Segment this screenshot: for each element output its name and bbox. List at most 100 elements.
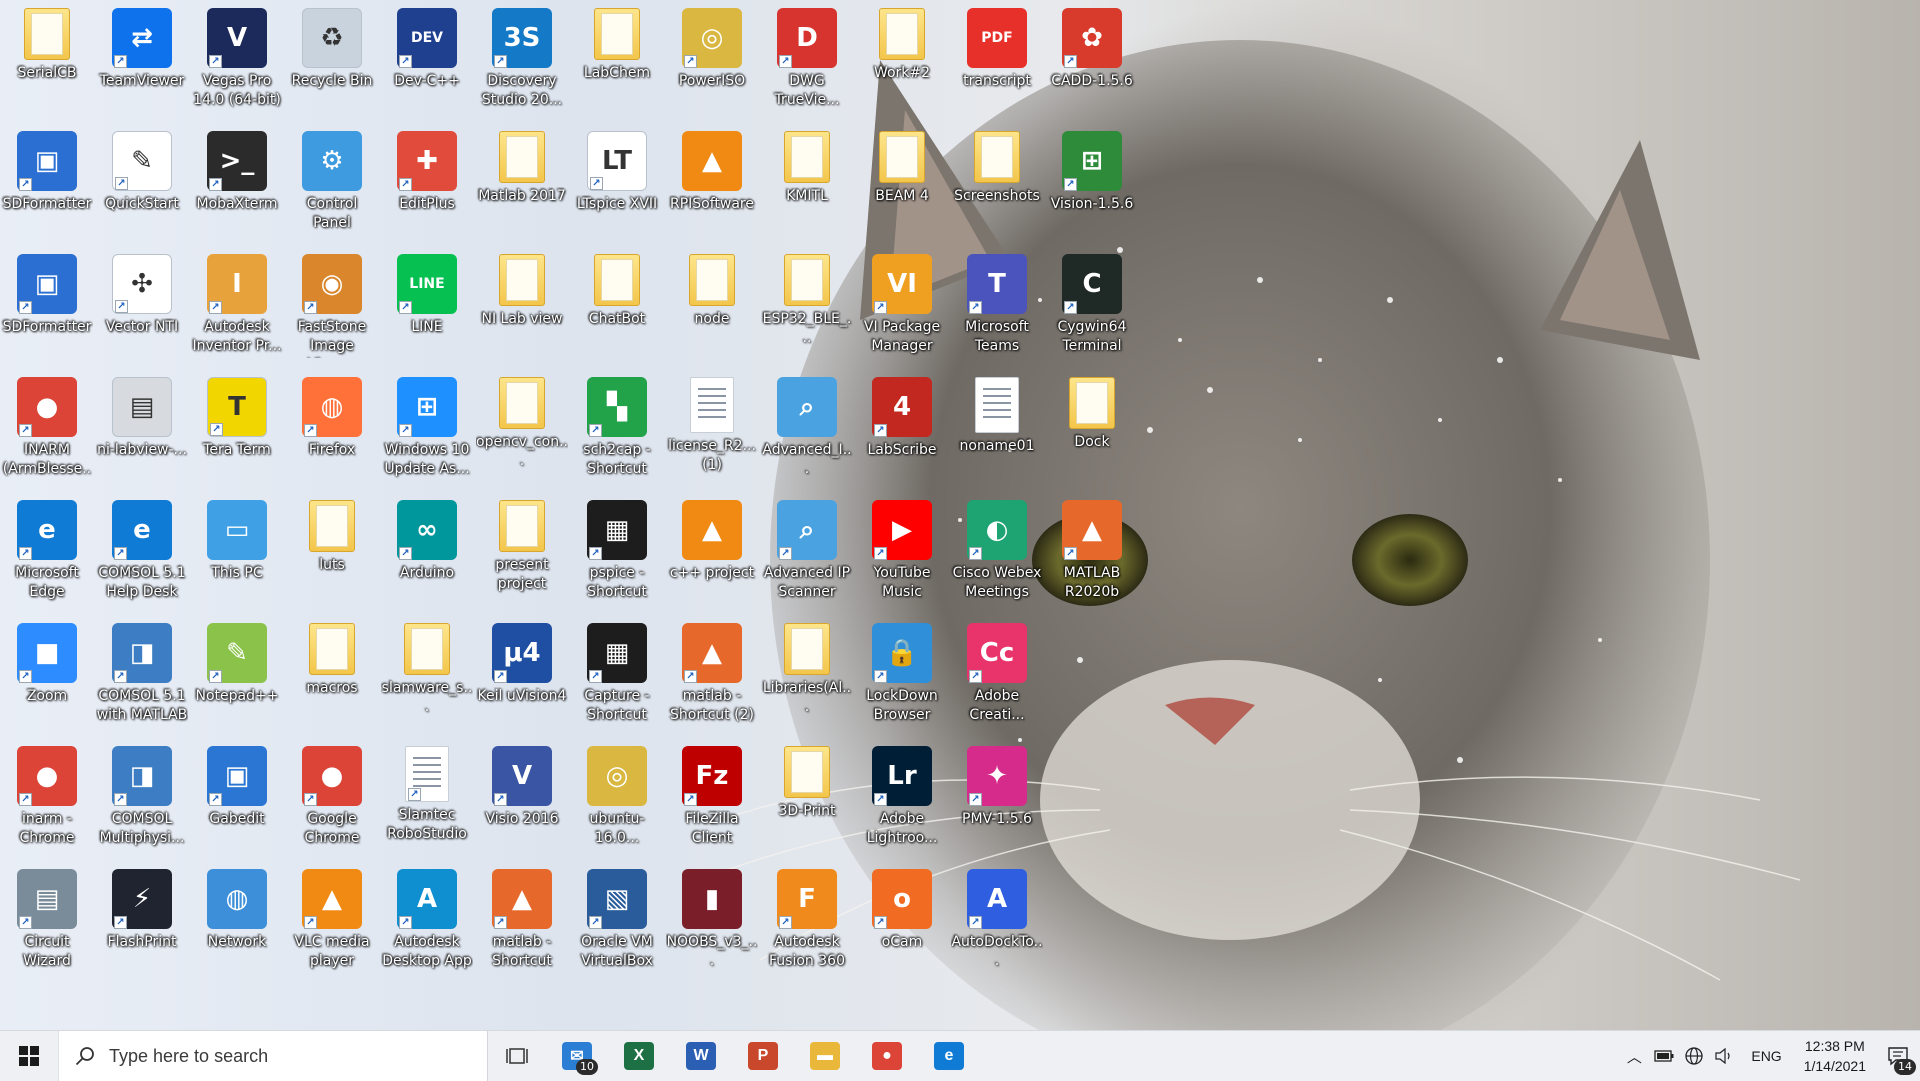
- desktop-icon[interactable]: luts: [286, 494, 378, 614]
- taskbar-app-mail[interactable]: ✉ 10: [546, 1031, 608, 1081]
- desktop-icon[interactable]: D ↗ DWG TrueVie...: [761, 2, 853, 122]
- desktop-icon[interactable]: macros: [286, 617, 378, 737]
- desktop-icon[interactable]: ⇄ ↗ TeamViewer: [96, 2, 188, 122]
- desktop-icon[interactable]: ▲ ↗ matlab - Shortcut (2): [666, 617, 758, 737]
- desktop-icon[interactable]: e ↗ COMSOL 5.1 Help Desk: [96, 494, 188, 614]
- taskbar-app-excel[interactable]: X: [608, 1031, 670, 1081]
- desktop-icon[interactable]: ✚ ↗ EditPlus: [381, 125, 473, 245]
- desktop-icon[interactable]: ⊞ ↗ Vision-1.5.6: [1046, 125, 1138, 245]
- desktop-icon[interactable]: present project: [476, 494, 568, 614]
- desktop-icon[interactable]: LabChem: [571, 2, 663, 122]
- desktop-icon[interactable]: T ↗ Microsoft Teams: [951, 248, 1043, 368]
- taskbar-app-powerpoint[interactable]: P: [732, 1031, 794, 1081]
- desktop-icon[interactable]: ◍ ↗ Firefox: [286, 371, 378, 491]
- volume-button[interactable]: [1709, 1031, 1739, 1081]
- desktop-icon[interactable]: ▦ ↗ pspice - Shortcut: [571, 494, 663, 614]
- desktop-icon[interactable]: Cc ↗ Adobe Creati...: [951, 617, 1043, 737]
- desktop-icon[interactable]: A ↗ AutoDockTo...: [951, 863, 1043, 983]
- taskbar-app-edge[interactable]: e: [918, 1031, 980, 1081]
- desktop-icon[interactable]: LINE ↗ LINE: [381, 248, 473, 368]
- desktop-icon[interactable]: ↗ Slamtec RoboStudio: [381, 740, 473, 860]
- desktop-icon[interactable]: ▭ This PC: [191, 494, 283, 614]
- desktop-icon[interactable]: ▲ c++ project: [666, 494, 758, 614]
- desktop-icon[interactable]: SerialCB: [1, 2, 93, 122]
- desktop-icon[interactable]: ▤ ↗ Circuit Wizard: [1, 863, 93, 983]
- desktop-icon[interactable]: ●↗ INARM (ArmBlesse...: [1, 371, 93, 491]
- desktop-icon[interactable]: Screenshots: [951, 125, 1043, 245]
- battery-button[interactable]: [1649, 1031, 1679, 1081]
- desktop-icon[interactable]: ▲ ↗ VLC media player: [286, 863, 378, 983]
- desktop-icon[interactable]: ◎ ↗ PowerISO: [666, 2, 758, 122]
- desktop-icon[interactable]: ⌕ Advanced_I...: [761, 371, 853, 491]
- start-button[interactable]: [0, 1031, 58, 1081]
- desktop-icon[interactable]: ▮ NOOBS_v3_...: [666, 863, 758, 983]
- desktop-icon[interactable]: DEV ↗ Dev-C++: [381, 2, 473, 122]
- desktop-icon[interactable]: ChatBot: [571, 248, 663, 368]
- desktop-icon[interactable]: ■ ↗ Zoom: [1, 617, 93, 737]
- desktop-icon[interactable]: ▣ ↗ SDFormatter: [1, 125, 93, 245]
- desktop-icon[interactable]: ▲ ↗ MATLAB R2020b: [1046, 494, 1138, 614]
- desktop-icon[interactable]: >_ ↗ MobaXterm: [191, 125, 283, 245]
- desktop-icon[interactable]: ✿ ↗ CADD-1.5.6: [1046, 2, 1138, 122]
- desktop-icon[interactable]: ✣ ↗ Vector NTI: [96, 248, 188, 368]
- desktop-icon[interactable]: Libraries(Al...: [761, 617, 853, 737]
- desktop-icon[interactable]: 3S ↗ Discovery Studio 20...: [476, 2, 568, 122]
- desktop-icon[interactable]: license_R2... (1): [666, 371, 758, 491]
- desktop-icon[interactable]: ▣ ↗ SDFormatter: [1, 248, 93, 368]
- show-hidden-icons-button[interactable]: ︿: [1619, 1031, 1649, 1081]
- desktop-icon[interactable]: V ↗ Vegas Pro 14.0 (64-bit): [191, 2, 283, 122]
- desktop-icon[interactable]: slamware_s...: [381, 617, 473, 737]
- desktop-icon[interactable]: ▧ ↗ Oracle VM VirtualBox: [571, 863, 663, 983]
- desktop-icon[interactable]: I ↗ Autodesk Inventor Pr...: [191, 248, 283, 368]
- desktop-icon[interactable]: ⚡ ↗ FlashPrint: [96, 863, 188, 983]
- taskbar-search-box[interactable]: Type here to search: [58, 1031, 488, 1081]
- desktop-icon[interactable]: Dock: [1046, 371, 1138, 491]
- desktop-icon[interactable]: 🔒 ↗ LockDown Browser: [856, 617, 948, 737]
- desktop-icon[interactable]: μ4 ↗ Keil uVision4: [476, 617, 568, 737]
- desktop-icon[interactable]: ◉↗ FastStone Image Viewer: [286, 248, 378, 368]
- desktop-icon[interactable]: opencv_con...: [476, 371, 568, 491]
- desktop-icon[interactable]: A ↗ Autodesk Desktop App: [381, 863, 473, 983]
- desktop-icon[interactable]: Work#2: [856, 2, 948, 122]
- desktop-icon[interactable]: BEAM 4: [856, 125, 948, 245]
- taskbar-app-word[interactable]: W: [670, 1031, 732, 1081]
- desktop-icon[interactable]: Matlab 2017: [476, 125, 568, 245]
- desktop-icon[interactable]: V ↗ Visio 2016: [476, 740, 568, 860]
- desktop-icon[interactable]: ▶ ↗ YouTube Music: [856, 494, 948, 614]
- desktop-icon[interactable]: PDF transcript: [951, 2, 1043, 122]
- action-center-button[interactable]: 14: [1876, 1031, 1920, 1081]
- desktop-icon[interactable]: Lr ↗ Adobe Lightroo...: [856, 740, 948, 860]
- desktop-icon[interactable]: ◎ ubuntu-16.0...: [571, 740, 663, 860]
- input-language-indicator[interactable]: ENG: [1739, 1048, 1793, 1064]
- desktop-icon[interactable]: ▲ ↗ matlab - Shortcut: [476, 863, 568, 983]
- desktop-icon[interactable]: Fz ↗ FileZilla Client: [666, 740, 758, 860]
- desktop-icon[interactable]: 3D-Print: [761, 740, 853, 860]
- taskbar-app-chrome[interactable]: ●: [856, 1031, 918, 1081]
- desktop-icon[interactable]: ◨ ↗ COMSOL 5.1 with MATLAB: [96, 617, 188, 737]
- desktop-icon[interactable]: VI ↗ VI Package Manager: [856, 248, 948, 368]
- task-view-button[interactable]: [488, 1031, 546, 1081]
- desktop-icon[interactable]: ✦ ↗ PMV-1.5.6: [951, 740, 1043, 860]
- desktop-icon[interactable]: LT ↗ LTspice XVII: [571, 125, 663, 245]
- desktop-icon[interactable]: ∞ ↗ Arduino: [381, 494, 473, 614]
- taskbar-app-file-explorer[interactable]: ▬: [794, 1031, 856, 1081]
- desktop-icon[interactable]: ✎ ↗ Notepad++: [191, 617, 283, 737]
- desktop-icon[interactable]: e ↗ Microsoft Edge: [1, 494, 93, 614]
- desktop-icon[interactable]: ▲ RPISoftware: [666, 125, 758, 245]
- desktop-icon[interactable]: C ↗ Cygwin64 Terminal: [1046, 248, 1138, 368]
- desktop-icon[interactable]: ◍ Network: [191, 863, 283, 983]
- desktop-icon[interactable]: ▤ ni-labview-...: [96, 371, 188, 491]
- desktop-icon[interactable]: KMITL: [761, 125, 853, 245]
- desktop-icon[interactable]: ● ↗ Google Chrome: [286, 740, 378, 860]
- desktop-icon[interactable]: ● ↗ inarm - Chrome: [1, 740, 93, 860]
- desktop-icon[interactable]: ♻ Recycle Bin: [286, 2, 378, 122]
- desktop-icon[interactable]: ◐ ↗ Cisco Webex Meetings: [951, 494, 1043, 614]
- desktop-icon[interactable]: ⊞ ↗ Windows 10 Update As...: [381, 371, 473, 491]
- desktop-icon[interactable]: ▦ ↗ Capture - Shortcut: [571, 617, 663, 737]
- desktop-icon[interactable]: ▚ ↗ sch2cap - Shortcut: [571, 371, 663, 491]
- desktop-icon[interactable]: o ↗ oCam: [856, 863, 948, 983]
- clock[interactable]: 12:38 PM 1/14/2021: [1794, 1036, 1876, 1076]
- desktop-icon[interactable]: ▣ ↗ Gabedit: [191, 740, 283, 860]
- desktop-icon[interactable]: ⌕ ↗ Advanced IP Scanner: [761, 494, 853, 614]
- desktop-icon[interactable]: T ↗ Tera Term: [191, 371, 283, 491]
